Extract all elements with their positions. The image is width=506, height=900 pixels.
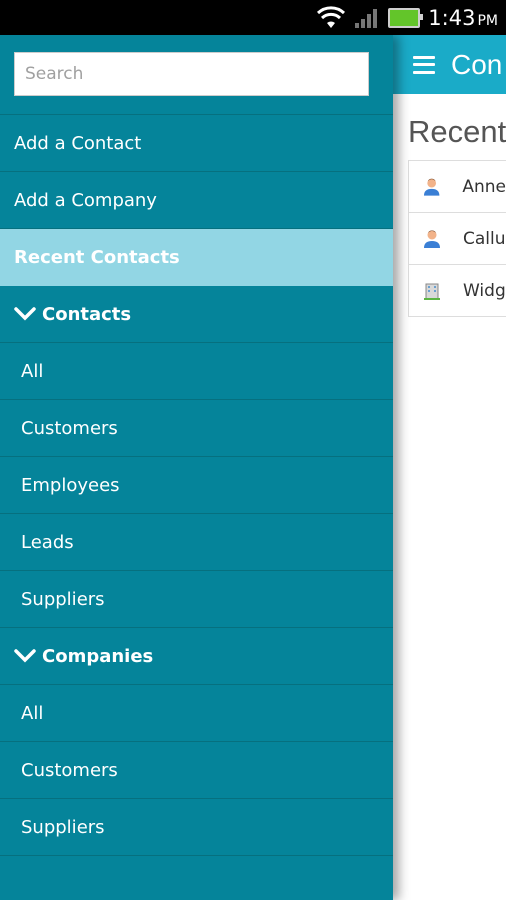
add-contact-item[interactable]: Add a Contact bbox=[0, 115, 393, 172]
add-contact-label: Add a Contact bbox=[14, 132, 142, 154]
person-icon bbox=[424, 230, 440, 248]
clock-ampm: PM bbox=[477, 12, 498, 29]
recent-contacts-label: Recent Contacts bbox=[14, 246, 180, 268]
clock-time: 1:43 bbox=[428, 5, 476, 30]
menu-item-label: Customers bbox=[21, 417, 118, 439]
battery-icon bbox=[388, 7, 424, 28]
contacts-section-header[interactable]: Contacts bbox=[0, 286, 393, 343]
menu-item-label: Suppliers bbox=[21, 588, 105, 610]
recent-list: Anne Callu Widg bbox=[408, 160, 506, 317]
recent-contacts-item[interactable]: Recent Contacts bbox=[0, 229, 393, 286]
status-bar: 1:43 PM bbox=[0, 0, 506, 35]
search-container bbox=[0, 35, 393, 115]
wifi-icon bbox=[317, 5, 346, 28]
contacts-all-item[interactable]: All bbox=[0, 343, 393, 400]
menu-item-label: Leads bbox=[21, 531, 74, 553]
contacts-employees-item[interactable]: Employees bbox=[0, 457, 393, 514]
recent-item-widg[interactable]: Widg bbox=[409, 265, 506, 316]
menu-item-label: Customers bbox=[21, 759, 118, 781]
clock: 1:43 PM bbox=[428, 6, 498, 30]
add-company-label: Add a Company bbox=[14, 189, 157, 211]
contacts-leads-item[interactable]: Leads bbox=[0, 514, 393, 571]
search-input[interactable] bbox=[14, 52, 369, 96]
companies-all-item[interactable]: All bbox=[0, 685, 393, 742]
recent-heading: Recent bbox=[408, 114, 506, 149]
signal-icon bbox=[355, 8, 378, 28]
companies-section-label: Companies bbox=[42, 645, 154, 667]
person-icon bbox=[423, 178, 440, 196]
menu-item-label: All bbox=[21, 702, 44, 724]
app-bar: Con bbox=[393, 35, 506, 94]
recent-item-label: Anne bbox=[462, 176, 506, 197]
recent-item-callu[interactable]: Callu bbox=[409, 213, 506, 265]
menu-item-label: All bbox=[21, 360, 44, 382]
menu-icon[interactable] bbox=[413, 55, 435, 74]
contacts-section-label: Contacts bbox=[42, 303, 132, 325]
companies-customers-item[interactable]: Customers bbox=[0, 742, 393, 799]
main-panel: Con Recent Anne Callu Widg bbox=[393, 35, 506, 900]
contacts-customers-item[interactable]: Customers bbox=[0, 400, 393, 457]
app-title: Con bbox=[451, 48, 503, 80]
recent-item-label: Callu bbox=[463, 228, 506, 249]
menu-item-label: Employees bbox=[21, 474, 120, 496]
navigation-drawer: Add a Contact Add a Company Recent Conta… bbox=[0, 35, 393, 900]
companies-suppliers-item[interactable]: Suppliers bbox=[0, 799, 393, 856]
building-icon bbox=[424, 283, 440, 300]
recent-item-anne[interactable]: Anne bbox=[409, 161, 506, 213]
recent-item-label: Widg bbox=[463, 280, 506, 301]
chevron-down-icon bbox=[14, 649, 36, 663]
contacts-suppliers-item[interactable]: Suppliers bbox=[0, 571, 393, 628]
companies-section-header[interactable]: Companies bbox=[0, 628, 393, 685]
menu-item-label: Suppliers bbox=[21, 816, 105, 838]
chevron-down-icon bbox=[14, 307, 36, 321]
add-company-item[interactable]: Add a Company bbox=[0, 172, 393, 229]
